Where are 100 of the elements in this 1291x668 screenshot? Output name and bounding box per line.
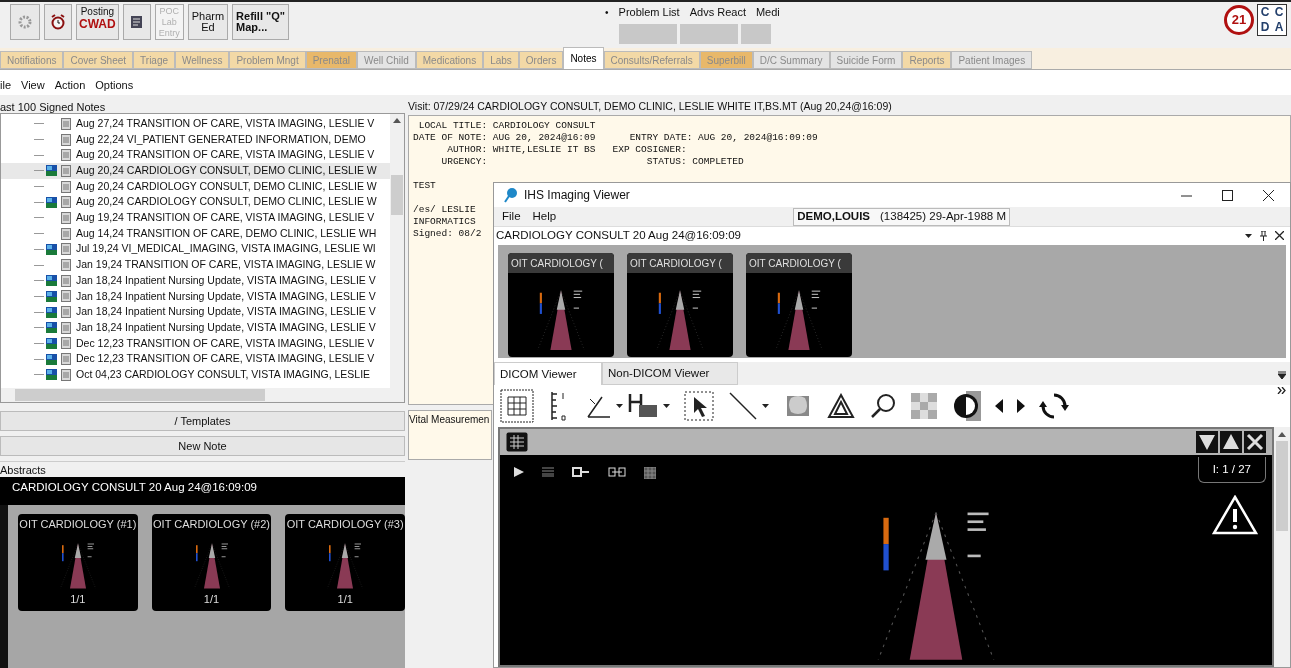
note-row[interactable]: Oct 04,23 CARDIOLOGY CONSULT, VISTA IMAGING, LESLIE xyxy=(1,367,390,383)
link-frames-icon[interactable] xyxy=(608,467,626,477)
header-link[interactable]: Medi xyxy=(755,4,780,21)
note-row[interactable]: Aug 20,24 CARDIOLOGY CONSULT, DEMO CLINIC, LESLIE W xyxy=(1,178,390,195)
document-icon xyxy=(61,196,71,209)
thumbnail-caption: OIT CARDIOLOGY (#3) xyxy=(286,517,404,532)
fit-grid-icon[interactable] xyxy=(500,389,534,424)
new-note-button[interactable]: New Note xyxy=(0,436,405,456)
note-row[interactable]: Aug 20,24 CARDIOLOGY CONSULT, DEMO CLINIC, LESLIE W xyxy=(1,163,390,179)
scroll-up-icon[interactable] xyxy=(1278,431,1286,437)
abstract-thumbnail[interactable]: OIT CARDIOLOGY (#2) 1/1 xyxy=(151,514,272,611)
note-row[interactable]: Jan 18,24 Inpatient Nursing Update, VISTA IMAGING, LESLIE V xyxy=(1,319,390,336)
abstract-thumbnail[interactable]: OIT CARDIOLOGY (#3) 1/1 xyxy=(285,514,405,611)
document-icon xyxy=(61,337,71,350)
scrollbar-thumb[interactable] xyxy=(15,389,265,401)
menu-item[interactable]: View xyxy=(21,76,45,94)
image-thumbnail[interactable]: OIT CARDIOLOGY ( xyxy=(746,252,852,357)
note-line: TEST xyxy=(413,180,436,192)
export-icon[interactable] xyxy=(572,467,590,477)
note-title: Oct 04,23 CARDIOLOGY CONSULT, VISTA IMAGING, LESLIE xyxy=(76,366,371,382)
header-field xyxy=(619,23,678,44)
note-line: AUTHOR: WHITE,LESLIE IT BS EXP COSIGNER: xyxy=(446,144,687,156)
note-title: Aug 20,24 TRANSITION OF CARE, VISTA IMAGING, LESLIE V xyxy=(76,147,375,163)
note-line: URGENCY: STATUS: COMPLETED xyxy=(440,156,744,168)
notepad-button[interactable] xyxy=(122,4,151,40)
scrollbar-thumb[interactable] xyxy=(1276,441,1288,531)
image-icon xyxy=(46,337,57,349)
note-title: Dec 12,23 TRANSITION OF CARE, VISTA IMAGING, LESLIE V xyxy=(76,335,375,351)
note-row[interactable]: Jan 19,24 TRANSITION OF CARE, VISTA IMAGING, LESLIE W xyxy=(1,257,390,273)
image-icon xyxy=(46,306,57,318)
note-row[interactable]: Aug 14,24 TRANSITION OF CARE, DEMO CLINIC, LESLIE WH xyxy=(1,225,390,242)
close-icon[interactable] xyxy=(1275,231,1284,241)
note-row[interactable]: Jan 18,24 Inpatient Nursing Update, VISTA IMAGING, LESLIE V xyxy=(1,272,390,289)
document-icon xyxy=(61,227,71,240)
menu-item[interactable]: Help xyxy=(532,208,557,226)
checkerboard-icon[interactable] xyxy=(911,393,937,420)
scrollbar-thumb[interactable] xyxy=(391,175,403,215)
note-line: INFORMATICS xyxy=(413,216,476,228)
image-icon xyxy=(46,275,57,287)
menu-item[interactable]: Options xyxy=(95,76,134,94)
menu-item[interactable]: File xyxy=(502,208,521,226)
close-icon[interactable] xyxy=(1244,431,1266,453)
note-row[interactable]: Jan 18,24 Inpatient Nursing Update, VISTA IMAGING, LESLIE V xyxy=(1,304,390,320)
overflow-icon[interactable] xyxy=(1278,371,1286,380)
note-row[interactable]: Aug 20,24 TRANSITION OF CARE, VISTA IMAGING, LESLIE V xyxy=(1,147,390,164)
play-icon[interactable] xyxy=(514,467,524,477)
abstract-thumbnail[interactable]: OIT CARDIOLOGY (#1) 1/1 xyxy=(18,514,138,611)
line-tool-icon[interactable] xyxy=(728,391,758,422)
vertical-scrollbar[interactable] xyxy=(390,114,404,388)
vertical-scrollbar[interactable] xyxy=(1274,427,1290,667)
horizontal-scrollbar[interactable] xyxy=(1,388,404,402)
menu-item[interactable]: ile xyxy=(0,76,11,94)
layout-grid-icon[interactable] xyxy=(506,432,528,452)
select-pointer-icon[interactable] xyxy=(684,391,714,422)
note-row[interactable]: Aug 19,24 TRANSITION OF CARE, VISTA IMAGING, LESLIE V xyxy=(1,210,390,226)
alarm-clock-icon xyxy=(50,14,66,30)
note-row[interactable]: Dec 12,23 TRANSITION OF CARE, VISTA IMAGING, LESLIE V xyxy=(1,335,390,352)
note-line: LOCAL TITLE: CARDIOLOGY CONSULT xyxy=(417,120,596,132)
image-icon xyxy=(46,322,57,334)
thumbnail-count: 1/1 xyxy=(337,591,353,607)
tab[interactable]: Non-DICOM Viewer xyxy=(602,362,738,386)
window-title: IHS Imaging Viewer xyxy=(524,187,630,205)
close-icon[interactable] xyxy=(1263,189,1274,201)
logo-badge: 21 xyxy=(1224,5,1254,35)
thumbnail-caption: OIT CARDIOLOGY (#1) xyxy=(19,517,137,532)
image-thumbnail[interactable]: OIT CARDIOLOGY ( xyxy=(508,252,614,357)
header-link[interactable]: Problem List xyxy=(618,4,680,21)
thumbnail-caption: OIT CARDIOLOGY ( xyxy=(627,252,733,273)
horizontal-arrows-icon[interactable] xyxy=(995,398,1025,415)
document-icon xyxy=(61,149,71,162)
note-row[interactable]: Aug 22,24 VI_PATIENT GENERATED INFORMATION, DEMO xyxy=(1,131,390,148)
posting-button[interactable]: Posting CWAD xyxy=(76,4,119,40)
note-row[interactable]: Aug 20,24 CARDIOLOGY CONSULT, DEMO CLINIC, LESLIE W xyxy=(1,194,390,211)
menu-item[interactable]: Action xyxy=(54,76,86,94)
more-tools-icon[interactable] xyxy=(1277,387,1286,395)
warning-icon[interactable] xyxy=(1212,495,1258,536)
note-title: Jan 19,24 TRANSITION OF CARE, VISTA IMAGING, LESLIE W xyxy=(76,257,376,273)
tab[interactable]: DICOM Viewer xyxy=(494,362,602,386)
header-field xyxy=(741,23,772,44)
toolbar-button[interactable]: Refill "Q" Map... xyxy=(232,4,290,40)
templates-button[interactable]: / Templates xyxy=(0,411,405,431)
note-row[interactable]: Jul 19,24 VI_MEDICAL_IMAGING, VISTA IMAGING, LESLIE WI xyxy=(1,241,390,258)
alarm-clock-button[interactable] xyxy=(44,4,72,40)
tab[interactable]: Notes xyxy=(563,47,604,69)
document-icon xyxy=(61,306,71,319)
contrast-icon[interactable] xyxy=(951,391,981,422)
note-line: DATE OF NOTE: AUG 20, 2024@16:09 ENTRY DATE: AUG 20, 2024@16:09:09 xyxy=(413,132,818,144)
image-thumbnail[interactable]: OIT CARDIOLOGY ( xyxy=(627,252,733,357)
caret-icon[interactable] xyxy=(1245,234,1252,238)
patient-info: (138425) 29-Apr-1988 M xyxy=(880,209,1006,225)
pin-icon[interactable] xyxy=(1260,231,1267,241)
maximize-icon[interactable] xyxy=(1222,189,1233,201)
note-row[interactable]: Jan 18,24 Inpatient Nursing Update, VISTA IMAGING, LESLIE V xyxy=(1,288,390,305)
note-row[interactable]: Aug 27,24 TRANSITION OF CARE, VISTA IMAGING, LESLIE V xyxy=(1,116,390,132)
toolbar-button[interactable]: Pharm Ed xyxy=(187,4,229,40)
header-link[interactable]: Advs React xyxy=(689,4,746,21)
triangle-icon[interactable] xyxy=(827,393,855,420)
note-row[interactable]: Dec 12,23 TRANSITION OF CARE, VISTA IMAGING, LESLIE V xyxy=(1,351,390,367)
note-title: Aug 27,24 TRANSITION OF CARE, VISTA IMAGING, LESLIE V xyxy=(76,115,375,131)
scroll-up-icon[interactable] xyxy=(393,117,401,123)
